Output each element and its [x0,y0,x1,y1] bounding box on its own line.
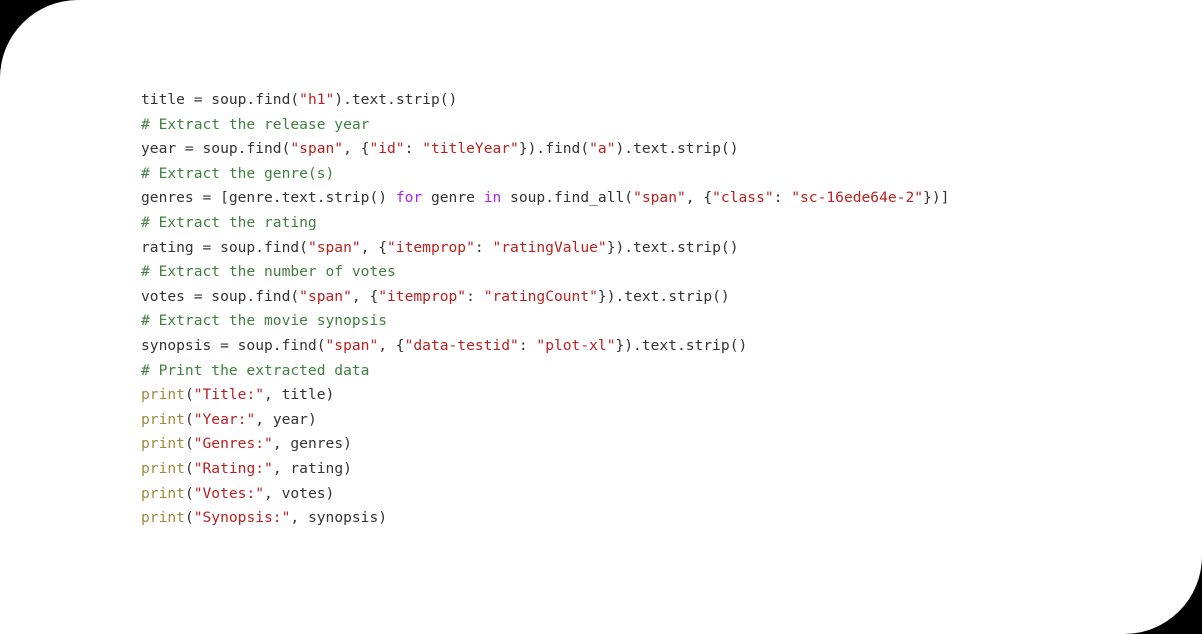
code-token-plain: }).find( [518,140,590,158]
code-token-plain: }).text.strip() [597,287,730,305]
code-token-string: "span" [290,140,344,158]
code-token-plain: : [404,140,423,158]
code-token-plain: : [474,238,493,256]
code-token-plain: genre [422,189,484,207]
code-token-plain: , { [360,238,388,256]
code-token-string: "Votes:" [193,484,265,502]
code-token-string: "ratingCount" [483,287,598,305]
code-token-plain: ).text.strip() [615,140,739,158]
code-block: title = soup.find("h1").text.strip() # Ex… [141,88,949,531]
code-line: # Extract the number of votes [141,260,949,285]
code-token-string: "a" [589,140,616,158]
code-token-plain: ( [184,386,194,404]
code-token-keyword: in [483,189,502,207]
code-line: rating = soup.find("span", {"itemprop": … [141,236,949,261]
code-token-plain: , { [378,336,405,354]
code-token-comment: # Print the extracted data [141,361,370,379]
code-token-plain: synopsis = soup.find( [141,336,326,354]
code-token-string: "sc-16ede64e-2" [791,189,924,207]
code-token-plain: title = soup.find( [141,91,300,108]
code-line: print("Synopsis:", synopsis) [141,506,949,531]
code-token-plain: ( [184,484,194,502]
code-token-string: "Year:" [193,410,256,428]
code-token-plain: ( [184,459,194,477]
code-line: year = soup.find("span", {"id": "titleYe… [141,137,949,162]
code-token-string: "span" [325,336,379,354]
code-token-comment: # Extract the release year [141,115,370,133]
code-token-plain: votes = soup.find( [141,287,300,305]
code-token-plain: rating = soup.find( [141,238,308,256]
code-line: # Extract the genre(s) [141,162,949,187]
code-token-string: "h1" [299,91,335,108]
code-token-comment: # Extract the movie synopsis [141,312,388,330]
code-token-string: "id" [369,140,405,158]
code-token-plain: , synopsis) [290,509,388,527]
code-token-plain: year = soup.find( [141,140,291,158]
code-token-comment: # Extract the rating [141,213,317,231]
code-token-plain: : [518,336,537,354]
code-line: # Print the extracted data [141,359,949,384]
code-token-builtin: print [141,386,185,404]
code-token-string: "titleYear" [422,140,519,158]
code-token-string: "itemprop" [387,238,475,256]
code-token-builtin: print [141,435,185,453]
code-token-plain: })] [923,189,950,207]
code-line: # Extract the movie synopsis [141,309,949,334]
code-token-plain: , rating) [272,459,352,477]
code-token-plain: }).text.strip() [615,336,748,354]
code-token-keyword: for [395,189,423,207]
code-token-string: "Rating:" [193,459,273,477]
code-line: print("Genres:", genres) [141,432,949,457]
code-panel: title = soup.find("h1").text.strip() # Ex… [0,0,1202,634]
code-token-string: "Title:" [193,386,265,404]
code-token-plain: , { [343,140,370,158]
code-token-plain: }).text.strip() [606,238,739,256]
code-token-plain: , genres) [272,435,352,453]
code-line: title = soup.find("h1").text.strip() [141,88,949,113]
code-token-plain: ).text.strip() [334,91,458,108]
code-token-plain: : [773,189,792,207]
code-token-string: "itemprop" [378,287,467,305]
code-line: genres = [genre.text.strip() for genre i… [141,186,949,211]
code-token-builtin: print [141,410,185,428]
code-line: # Extract the rating [141,211,949,236]
page-root: title = soup.find("h1").text.strip() # Ex… [0,0,1202,634]
code-line: # Extract the release year [141,113,949,138]
code-token-plain: , year) [255,410,317,428]
code-line: print("Title:", title) [141,383,949,408]
code-token-string: "data-testid" [404,336,519,354]
code-token-builtin: print [141,484,185,502]
code-token-string: "Genres:" [193,435,273,453]
code-line: synopsis = soup.find("span", {"data-test… [141,334,949,359]
code-token-builtin: print [141,509,185,527]
code-token-string: "ratingValue" [492,238,607,256]
code-token-string: "span" [633,189,686,207]
code-token-string: "plot-xl" [536,336,616,354]
code-token-string: "class" [712,189,774,207]
code-line: votes = soup.find("span", {"itemprop": "… [141,285,949,310]
code-line: print("Votes:", votes) [141,482,949,507]
code-line: print("Rating:", rating) [141,457,949,482]
code-token-builtin: print [141,459,185,477]
code-token-plain: ( [184,435,194,453]
code-token-plain: soup.find_all( [501,189,634,207]
code-token-string: "span" [299,287,352,305]
code-token-plain: , { [685,189,713,207]
code-token-comment: # Extract the genre(s) [141,164,335,182]
code-line: print("Year:", year) [141,408,949,433]
code-token-plain: ( [184,410,194,428]
code-token-string: "Synopsis:" [193,509,291,527]
code-token-plain: : [466,287,484,305]
code-token-plain: , title) [264,386,335,404]
code-token-plain: ( [184,509,194,527]
code-token-comment: # Extract the number of votes [141,263,396,281]
code-token-plain: , { [351,287,379,305]
code-token-plain: genres = [genre.text.strip() [141,189,396,207]
code-token-string: "span" [307,238,361,256]
code-token-plain: , votes) [264,484,335,502]
